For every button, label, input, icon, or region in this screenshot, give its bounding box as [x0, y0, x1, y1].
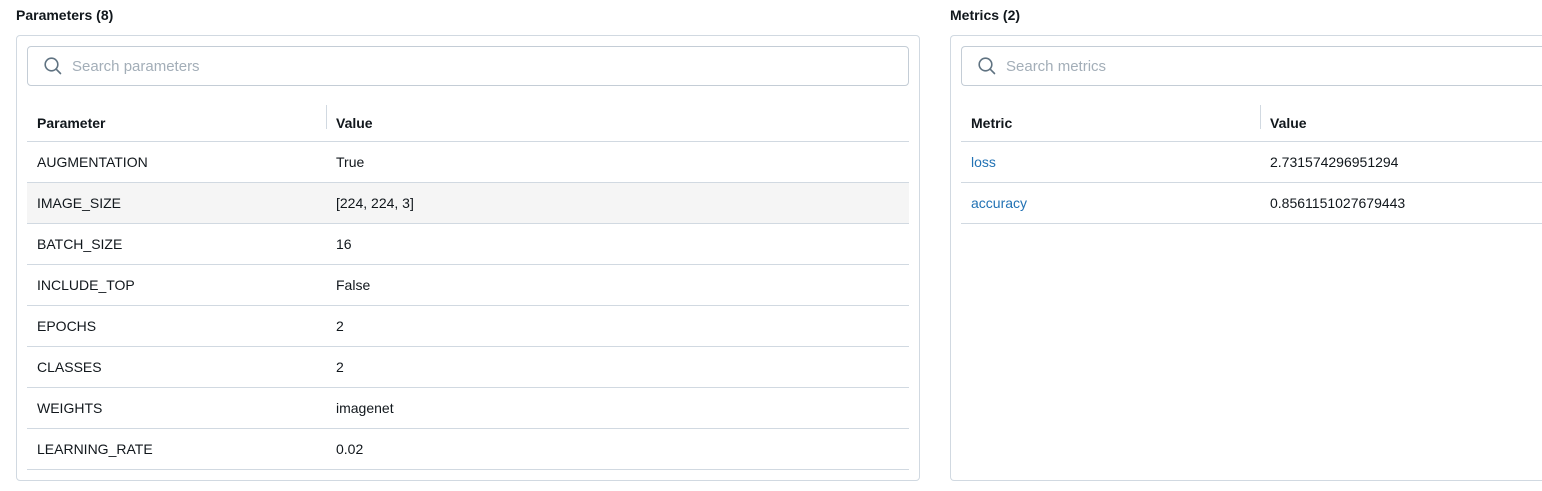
table-header: Metric Value	[961, 105, 1542, 142]
table-row[interactable]: EPOCHS 2	[27, 306, 909, 347]
parameter-name: BATCH_SIZE	[37, 236, 123, 252]
parameter-value: imagenet	[336, 400, 394, 416]
table-header: Parameter Value	[27, 105, 909, 142]
metric-value: 2.731574296951294	[1270, 154, 1399, 170]
table-row[interactable]: LEARNING_RATE 0.02	[27, 429, 909, 470]
metric-link[interactable]: loss	[961, 154, 1260, 170]
value-column-header[interactable]: Value	[326, 105, 373, 141]
parameter-name: WEIGHTS	[37, 400, 103, 416]
search-icon	[44, 57, 62, 75]
parameters-panel: Parameter Value AUGMENTATION True IMAGE_…	[16, 35, 920, 481]
metric-link[interactable]: accuracy	[961, 195, 1260, 211]
table-row[interactable]: CLASSES 2	[27, 347, 909, 388]
metrics-title: Metrics (2)	[950, 7, 1021, 23]
parameter-name: EPOCHS	[37, 318, 97, 334]
parameter-name: LEARNING_RATE	[37, 441, 153, 457]
parameter-value: [224, 224, 3]	[336, 195, 414, 211]
table-row[interactable]: WEIGHTS imagenet	[27, 388, 909, 429]
parameters-search-input[interactable]	[72, 47, 908, 85]
table-row: loss 2.731574296951294	[961, 142, 1542, 183]
parameter-name: AUGMENTATION	[37, 154, 148, 170]
parameter-value: False	[336, 277, 371, 293]
parameter-name: CLASSES	[37, 359, 102, 375]
parameter-value: 2	[336, 318, 344, 334]
parameter-value: True	[336, 154, 365, 170]
parameter-column-header[interactable]: Parameter	[27, 105, 326, 141]
metrics-table: Metric Value loss 2.731574296951294 accu…	[961, 105, 1542, 224]
metric-column-header[interactable]: Metric	[961, 105, 1260, 141]
table-row[interactable]: BATCH_SIZE 16	[27, 224, 909, 265]
parameter-value: 0.02	[336, 441, 364, 457]
metrics-panel: Metric Value loss 2.731574296951294 accu…	[950, 35, 1542, 481]
metric-value: 0.8561151027679443	[1270, 195, 1406, 211]
parameter-name: IMAGE_SIZE	[37, 195, 122, 211]
parameters-search-box[interactable]	[27, 46, 909, 86]
table-row[interactable]: INCLUDE_TOP False	[27, 265, 909, 306]
table-row: accuracy 0.8561151027679443	[961, 183, 1542, 224]
parameter-value: 16	[336, 236, 352, 252]
value-column-header[interactable]: Value	[1260, 105, 1307, 141]
parameters-table: Parameter Value AUGMENTATION True IMAGE_…	[27, 105, 909, 470]
table-row[interactable]: AUGMENTATION True	[27, 142, 909, 183]
metrics-search-input[interactable]	[1006, 47, 1542, 85]
parameters-title: Parameters (8)	[16, 7, 114, 23]
table-row[interactable]: IMAGE_SIZE [224, 224, 3]	[27, 183, 909, 224]
parameter-value: 2	[336, 359, 344, 375]
search-icon	[978, 57, 996, 75]
parameter-name: INCLUDE_TOP	[37, 277, 135, 293]
metrics-search-box[interactable]	[961, 46, 1542, 86]
